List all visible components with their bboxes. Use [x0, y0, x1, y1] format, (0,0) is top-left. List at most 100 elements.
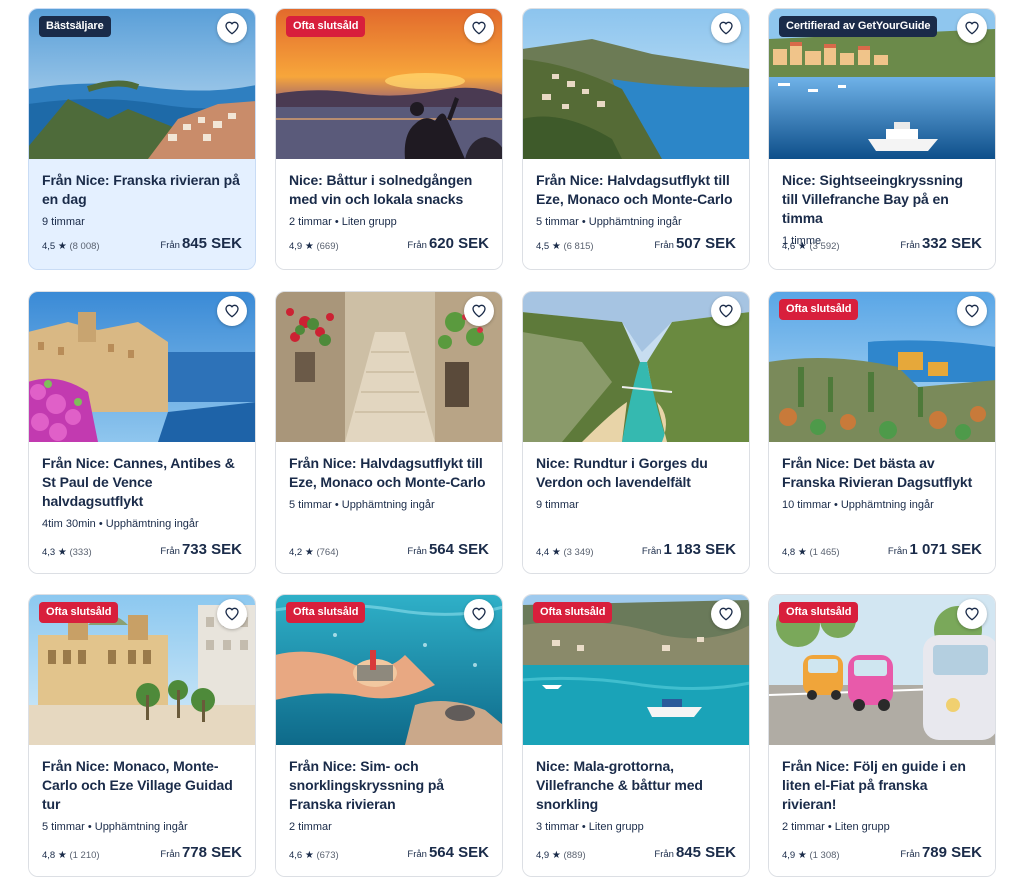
activity-photo[interactable]: Ofta slutsåld — [29, 595, 255, 745]
price-prefix: Från — [407, 240, 427, 251]
activity-card-body: Nice: Rundtur i Gorges du Verdon och lav… — [523, 442, 749, 573]
activity-card[interactable]: Ofta slutsåld Från Nice: Monaco, Monte-C… — [28, 594, 256, 877]
activity-badge: Ofta slutsåld — [779, 299, 859, 320]
activity-card[interactable]: Från Nice: Cannes, Antibes & St Paul de … — [28, 291, 256, 574]
activity-photo[interactable]: Bästsäljare — [29, 9, 255, 159]
activity-title[interactable]: Nice: Mala-grottorna, Villefranche & båt… — [536, 757, 736, 814]
activity-title[interactable]: Från Nice: Följ en guide i en liten el-F… — [782, 757, 982, 814]
price-value: 507 SEK — [675, 235, 736, 252]
activity-title[interactable]: Från Nice: Franska rivieran på en dag — [42, 171, 242, 209]
wishlist-heart-icon[interactable] — [957, 13, 987, 43]
star-icon: ★ — [797, 850, 807, 861]
activity-duration: 3 timmar • Liten grupp — [536, 821, 644, 833]
activity-card-body: Nice: Mala-grottorna, Villefranche & båt… — [523, 745, 749, 876]
review-count: (889) — [563, 850, 586, 861]
rating-value: 4,9 — [536, 850, 550, 861]
activity-photo[interactable] — [523, 292, 749, 442]
price-value: 620 SEK — [428, 235, 489, 252]
review-count: (6 815) — [563, 241, 594, 252]
activity-badge: Ofta slutsåld — [286, 602, 366, 623]
wishlist-heart-icon[interactable] — [464, 296, 494, 326]
wishlist-heart-icon[interactable] — [217, 13, 247, 43]
activity-title[interactable]: Nice: Rundtur i Gorges du Verdon och lav… — [536, 454, 736, 492]
star-icon: ★ — [304, 241, 314, 252]
wishlist-heart-icon[interactable] — [464, 13, 494, 43]
rating-value: 4,6 — [782, 241, 796, 252]
star-icon: ★ — [797, 241, 807, 252]
activity-title[interactable]: Från Nice: Sim- och snorklingskryssning … — [289, 757, 489, 814]
activity-photo[interactable]: Ofta slutsåld — [523, 595, 749, 745]
activity-title[interactable]: Från Nice: Det bästa av Franska Rivieran… — [782, 454, 982, 492]
activity-card[interactable]: Från Nice: Halvdagsutflykt till Eze, Mon… — [275, 291, 503, 574]
wishlist-heart-icon[interactable] — [217, 599, 247, 629]
activity-photo[interactable]: Ofta slutsåld — [276, 9, 502, 159]
activity-card[interactable]: Bästsäljare Från Nice: Franska rivieran … — [28, 8, 256, 270]
activity-title[interactable]: Från Nice: Halvdagsutflykt till Eze, Mon… — [536, 171, 736, 209]
star-icon: ★ — [551, 241, 561, 252]
activity-card[interactable]: Från Nice: Halvdagsutflykt till Eze, Mon… — [522, 8, 750, 270]
price-value: 789 SEK — [921, 844, 982, 861]
activity-photo[interactable] — [29, 292, 255, 442]
price-value: 845 SEK — [675, 844, 736, 861]
activity-card-body: Från Nice: Halvdagsutflykt till Eze, Mon… — [276, 442, 502, 573]
review-count: (1 210) — [69, 850, 100, 861]
wishlist-heart-icon[interactable] — [711, 13, 741, 43]
wishlist-heart-icon[interactable] — [957, 599, 987, 629]
activity-badge: Ofta slutsåld — [533, 602, 613, 623]
activity-rating: 4,4 ★ (3 349) — [536, 547, 594, 558]
activity-card-body: Från Nice: Det bästa av Franska Rivieran… — [769, 442, 995, 573]
activity-badge: Ofta slutsåld — [286, 16, 366, 37]
review-count: (8 008) — [69, 241, 100, 252]
review-count: (669) — [316, 241, 339, 252]
rating-value: 4,9 — [289, 241, 303, 252]
rating-value: 4,5 — [42, 241, 56, 252]
activity-title[interactable]: Från Nice: Halvdagsutflykt till Eze, Mon… — [289, 454, 489, 492]
activity-card[interactable]: Ofta slutsåld Från Nice: Följ en guide i… — [768, 594, 996, 877]
activity-duration: 10 timmar • Upphämtning ingår — [782, 499, 934, 511]
star-icon: ★ — [551, 850, 561, 861]
activity-duration: 2 timmar • Liten grupp — [289, 216, 397, 228]
activity-title[interactable]: Från Nice: Cannes, Antibes & St Paul de … — [42, 454, 242, 511]
activity-price: Från 1 071 SEK — [888, 541, 982, 558]
activity-rating: 4,2 ★ (764) — [289, 547, 339, 558]
star-icon: ★ — [304, 850, 314, 861]
wishlist-heart-icon[interactable] — [464, 599, 494, 629]
activity-card-body: Nice: Båttur i solnedgången med vin och … — [276, 159, 502, 269]
activity-photo[interactable]: Ofta slutsåld — [769, 292, 995, 442]
activity-photo[interactable] — [276, 292, 502, 442]
wishlist-heart-icon[interactable] — [957, 296, 987, 326]
activity-photo[interactable]: Ofta slutsåld — [769, 595, 995, 745]
activity-card[interactable]: Nice: Rundtur i Gorges du Verdon och lav… — [522, 291, 750, 574]
activity-title[interactable]: Från Nice: Monaco, Monte-Carlo och Eze V… — [42, 757, 242, 814]
activity-price: Från 620 SEK — [407, 235, 489, 252]
wishlist-heart-icon[interactable] — [711, 296, 741, 326]
activity-title[interactable]: Nice: Båttur i solnedgången med vin och … — [289, 171, 489, 209]
activity-photo[interactable]: Ofta slutsåld — [276, 595, 502, 745]
activity-title[interactable]: Nice: Sightseeingkryssning till Villefra… — [782, 171, 982, 228]
star-icon: ★ — [551, 547, 561, 558]
star-icon: ★ — [57, 850, 67, 861]
wishlist-heart-icon[interactable] — [217, 296, 247, 326]
wishlist-heart-icon[interactable] — [711, 599, 741, 629]
price-value: 564 SEK — [428, 844, 489, 861]
activity-photo[interactable] — [523, 9, 749, 159]
rating-value: 4,6 — [289, 850, 303, 861]
activity-photo[interactable]: Certifierad av GetYourGuide — [769, 9, 995, 159]
price-prefix: Från — [160, 849, 180, 860]
activity-duration: 5 timmar • Upphämtning ingår — [42, 821, 188, 833]
activity-card[interactable]: Ofta slutsåld Nice: Mala-grottorna, Vill… — [522, 594, 750, 877]
price-prefix: Från — [900, 849, 920, 860]
rating-value: 4,4 — [536, 547, 550, 558]
activity-card[interactable]: Ofta slutsåld Från Nice: Det bästa av Fr… — [768, 291, 996, 574]
review-count: (673) — [316, 850, 339, 861]
price-value: 332 SEK — [921, 235, 982, 252]
activity-price: Från 507 SEK — [654, 235, 736, 252]
activity-card[interactable]: Ofta slutsåld Från Nice: Sim- och snorkl… — [275, 594, 503, 877]
activity-card-body: Från Nice: Monaco, Monte-Carlo och Eze V… — [29, 745, 255, 876]
activity-rating: 4,5 ★ (8 008) — [42, 241, 100, 252]
activity-card[interactable]: Certifierad av GetYourGuide Nice: Sights… — [768, 8, 996, 270]
activity-card[interactable]: Ofta slutsåld Nice: Båttur i solnedgånge… — [275, 8, 503, 270]
rating-value: 4,9 — [782, 850, 796, 861]
activity-duration: 5 timmar • Upphämtning ingår — [289, 499, 435, 511]
activity-rating: 4,8 ★ (1 210) — [42, 850, 100, 861]
